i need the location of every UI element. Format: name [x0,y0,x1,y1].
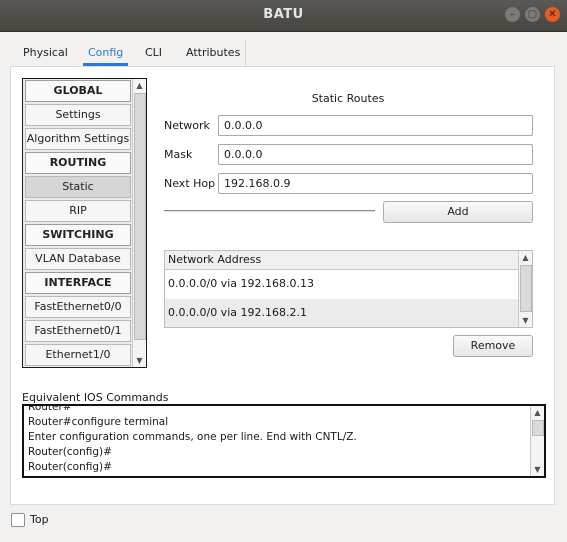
section-item[interactable]: RIP [25,200,131,222]
scroll-up-icon[interactable]: ▲ [531,406,544,419]
scroll-up-icon[interactable]: ▲ [133,79,146,92]
tab-physical[interactable]: Physical [12,40,79,66]
mask-label: Mask [164,148,193,161]
config-section-list[interactable]: GLOBAL Settings Algorithm Settings ROUTING S… [22,78,147,368]
window-title: BATU [263,7,304,22]
ios-line: Router#configure terminal [28,416,169,428]
ios-line: Router(config)# [28,461,112,473]
static-routes-title: Static Routes [311,92,385,105]
ios-commands-label: Equivalent IOS Commands [22,391,169,404]
scroll-up-icon[interactable]: ▲ [519,251,532,264]
route-row[interactable]: 0.0.0.0/0 via 192.168.0.13 [165,270,521,298]
next-hop-input[interactable]: 192.168.0.9 [218,173,533,194]
tab-divider [245,40,246,66]
tab-attributes[interactable]: Attributes [175,40,251,66]
scroll-thumb[interactable] [134,93,146,340]
config-section-items: GLOBAL Settings Algorithm Settings ROUTING S… [25,80,131,367]
separator [164,210,375,212]
top-checkbox-label: Top [30,513,49,526]
mask-input[interactable]: 0.0.0.0 [218,144,533,165]
routes-scrollbar[interactable]: ▲ ▼ [518,251,532,327]
scroll-down-icon[interactable]: ▼ [519,314,532,327]
section-item[interactable]: VLAN Database [25,248,131,270]
section-item[interactable]: Static [25,176,131,198]
remove-button[interactable]: Remove [453,335,533,357]
section-list-scrollbar[interactable]: ▲ ▼ [132,79,146,367]
section-header: GLOBAL [25,80,131,102]
ios-line: Enter configuration commands, one per li… [28,431,357,443]
section-header: ROUTING [25,152,131,174]
top-checkbox[interactable] [11,513,25,527]
tab-cli[interactable]: CLI [134,40,173,66]
scroll-down-icon[interactable]: ▼ [531,463,544,476]
scroll-down-icon[interactable]: ▼ [133,354,146,367]
table-header: Network Address [165,251,521,270]
ios-line: Router(config)# [28,446,112,458]
scroll-thumb[interactable] [532,420,544,436]
maximize-icon[interactable]: ▢ [525,7,540,22]
ios-line: Router# [28,404,72,413]
next-hop-label: Next Hop [164,177,216,190]
minimize-icon[interactable]: – [505,7,520,22]
section-header: SWITCHING [25,224,131,246]
add-button[interactable]: Add [383,201,533,223]
ios-scrollbar[interactable]: ▲ ▼ [530,406,544,476]
section-header: INTERFACE [25,272,131,294]
section-item[interactable]: Ethernet1/0 [25,344,131,366]
section-item[interactable]: Algorithm Settings [25,128,131,150]
ios-commands-box[interactable]: Router# Router#configure terminal Enter … [22,404,546,478]
scroll-thumb[interactable] [520,265,532,312]
routes-table[interactable]: Network Address 0.0.0.0/0 via 192.168.0.… [164,250,533,328]
section-item[interactable]: FastEthernet0/1 [25,320,131,342]
network-input[interactable]: 0.0.0.0 [218,115,533,136]
tab-config[interactable]: Config [77,40,134,66]
title-bar[interactable]: BATU – ▢ ✕ [0,0,567,32]
network-label: Network [164,119,210,132]
section-item[interactable]: FastEthernet0/0 [25,296,131,318]
close-icon[interactable]: ✕ [545,7,560,22]
route-row[interactable]: 0.0.0.0/0 via 192.168.2.1 [165,299,521,327]
section-item[interactable]: Settings [25,104,131,126]
